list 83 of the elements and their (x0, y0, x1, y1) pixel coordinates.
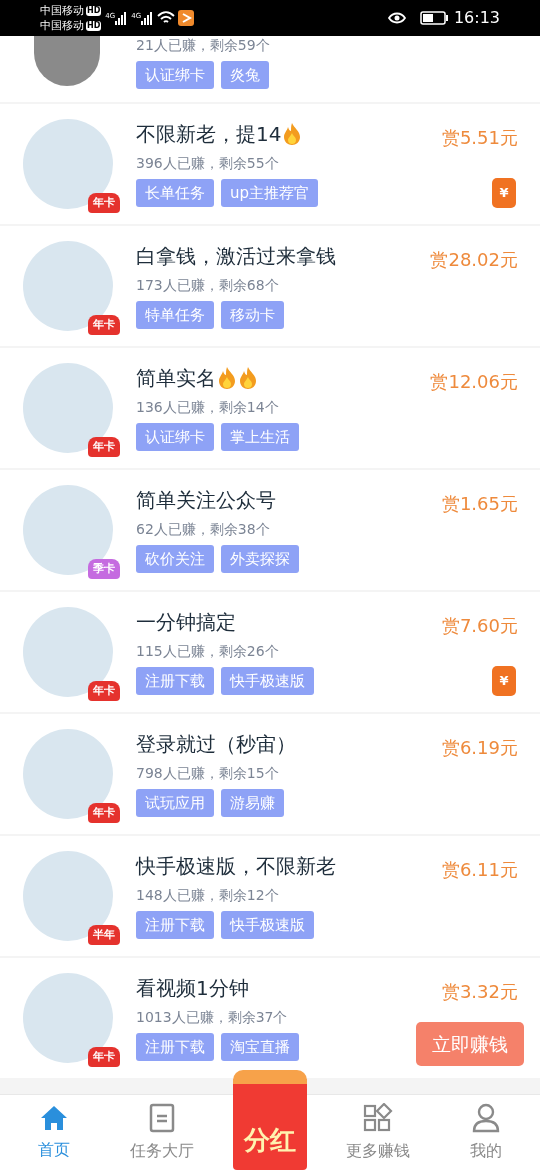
task-stats: 1013人已赚，剩余37个 (136, 1008, 289, 1026)
task-tag: 快手极速版 (221, 667, 314, 695)
reward-amount: 赏12.06元 (430, 371, 518, 392)
signal-icon (141, 11, 154, 25)
task-stats: 173人已赚，剩余68个 (136, 276, 280, 294)
task-title: 简单关注公众号 (136, 487, 276, 513)
task-tag: 快手极速版 (221, 911, 314, 939)
membership-badge: 年卡 (88, 436, 120, 457)
nav-tab[interactable]: 更多赚钱 (324, 1095, 432, 1170)
task-card[interactable]: 年卡 简单实名 136人已赚，剩余14个 认证绑卡 掌上生活 赏12.06元 (0, 348, 540, 468)
fire-icon (282, 122, 303, 146)
task-title: 简单实名 (136, 365, 216, 391)
task-tag: 炎兔 (221, 61, 269, 89)
task-tag: 特单任务 (136, 301, 214, 329)
person-icon (472, 1102, 500, 1133)
task-stats: 396人已赚，剩余55个 (136, 154, 280, 172)
task-tag: up主推荐官 (221, 179, 319, 207)
membership-badge: 年卡 (88, 192, 120, 213)
reward-amount: 赏1.65元 (441, 493, 518, 514)
task-stats: 136人已赚，剩余14个 (136, 398, 280, 416)
task-title: 看视频1分钟 (136, 975, 249, 1001)
carrier-name: 中国移动 (40, 3, 84, 18)
task-tag: 砍价关注 (136, 545, 214, 573)
membership-badge: 年卡 (88, 802, 120, 823)
eye-icon (387, 11, 406, 25)
task-tag: 注册下载 (136, 911, 214, 939)
task-tag: 注册下载 (136, 667, 214, 695)
membership-badge: 年卡 (88, 1046, 120, 1067)
reward-amount: 赏5.51元 (441, 127, 518, 148)
hd-badge: HD (86, 20, 102, 31)
task-card[interactable]: 年卡 一分钟搞定 115人已赚，剩余26个 注册下载 快手极速版 赏7.60元 ¥ (0, 592, 540, 712)
task-card[interactable]: 年卡 白拿钱，激活过来拿钱 173人已赚，剩余68个 特单任务 移动卡 赏28.02元 (0, 226, 540, 346)
task-title: 不限新老，提14 (136, 121, 282, 147)
apps-grid-icon (363, 1102, 393, 1133)
reward-amount: 赏6.19元 (441, 737, 518, 758)
app-notification-icon (178, 10, 195, 26)
task-tag: 外卖探探 (221, 545, 299, 573)
task-tag: 移动卡 (221, 301, 284, 329)
reward-amount: 赏6.11元 (441, 859, 518, 880)
nav-tab[interactable]: 任务大厅 (108, 1095, 216, 1170)
hd-badge: HD (86, 5, 102, 16)
fire-icon (238, 366, 258, 390)
task-title: 一分钟搞定 (136, 609, 236, 635)
task-card[interactable]: 年卡 登录就过（秒宙） 798人已赚，剩余15个 试玩应用 游易赚 赏6.19元 (0, 714, 540, 834)
carrier-name: 中国移动 (40, 18, 84, 33)
membership-badge: 半年 (88, 924, 120, 945)
reward-amount: 赏7.60元 (441, 615, 518, 636)
task-tag: 掌上生活 (221, 423, 299, 451)
reward-amount: 赏28.02元 (430, 249, 518, 270)
reward-amount: 赏3.32元 (441, 981, 518, 1002)
task-tag: 长单任务 (136, 179, 214, 207)
membership-badge: 季卡 (88, 558, 120, 579)
task-tag: 认证绑卡 (136, 423, 214, 451)
clock-time: 16:13 (453, 7, 500, 29)
task-tag: 试玩应用 (136, 789, 214, 817)
wifi-icon (157, 11, 176, 25)
coupon-icon: ¥ (492, 666, 516, 696)
coupon-icon: ¥ (492, 178, 516, 208)
task-card[interactable]: 季卡 简单关注公众号 62人已赚，剩余38个 砍价关注 外卖探探 赏1.65元 (0, 470, 540, 590)
task-stats: 115人已赚，剩余26个 (136, 642, 280, 660)
task-title: 登录就过（秒宙） (136, 731, 296, 757)
task-tag: 游易赚 (221, 789, 284, 817)
membership-badge: 年卡 (88, 680, 120, 701)
home-icon (39, 1103, 69, 1132)
task-card[interactable]: 年卡 不限新老，提14 396人已赚，剩余55个 长单任务 up主推荐官 赏5.51元 ¥ (0, 104, 540, 224)
task-tag: 认证绑卡 (136, 61, 214, 89)
task-title: 快手极速版，不限新老 (136, 853, 336, 879)
task-tag: 注册下载 (136, 1033, 214, 1061)
signal-icon (115, 11, 128, 25)
task-tag: 淘宝直播 (221, 1033, 299, 1061)
nav-tab[interactable]: 我的 (432, 1095, 540, 1170)
membership-badge: 年卡 (88, 314, 120, 335)
document-icon (149, 1102, 175, 1133)
battery-icon (419, 11, 448, 25)
task-card[interactable]: 半年 快手极速版，不限新老 148人已赚，剩余12个 注册下载 快手极速版 赏6.11元 (0, 836, 540, 956)
fire-icon (217, 366, 237, 390)
task-stats: 798人已赚，剩余15个 (136, 764, 280, 782)
task-stats: 148人已赚，剩余12个 (136, 886, 280, 904)
avatar-placeholder (34, 36, 100, 86)
task-stats: 62人已赚，剩余38个 (136, 520, 271, 538)
nav-tab[interactable]: 首页 (0, 1095, 108, 1170)
task-title: 白拿钱，激活过来拿钱 (136, 243, 336, 269)
task-stats: 21人已赚，剩余59个 (136, 36, 270, 54)
